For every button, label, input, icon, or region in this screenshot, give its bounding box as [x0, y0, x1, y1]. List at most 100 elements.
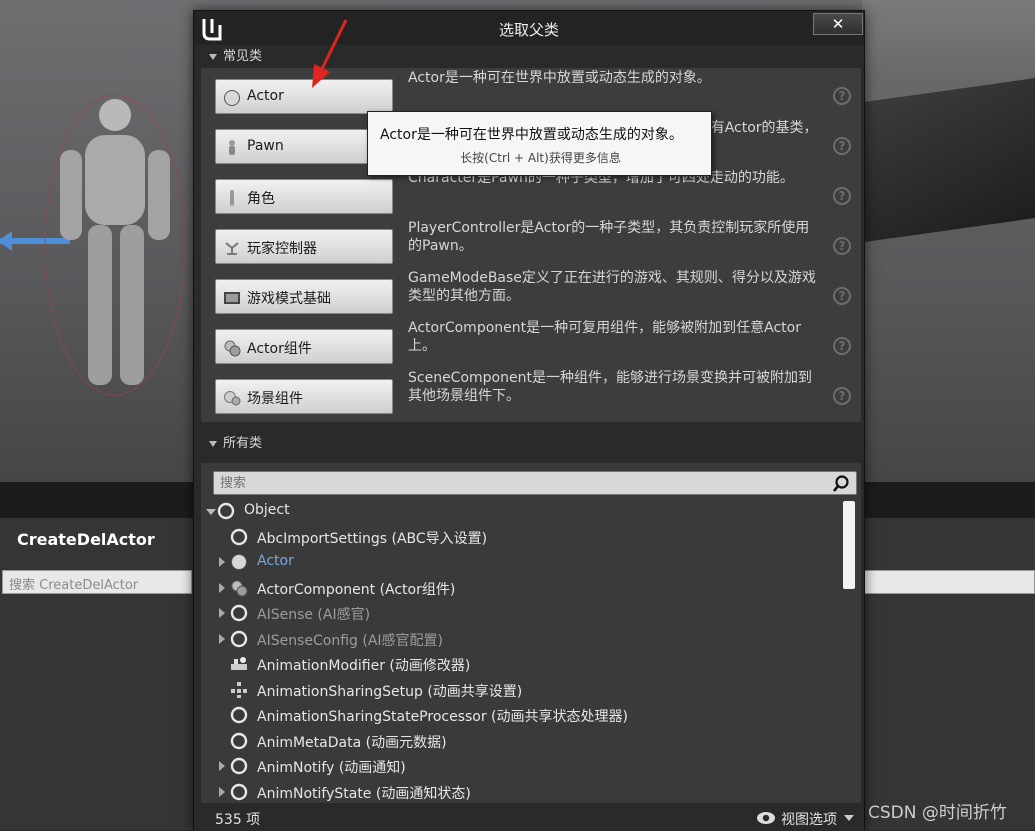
class-tree-scrollbar[interactable] — [843, 501, 857, 801]
dialog-titlebar[interactable]: 选取父类 ✕ — [194, 11, 864, 45]
class-description: PlayerController是Actor的一种子类型，其负责控制玩家所使用的… — [408, 220, 810, 254]
tree-row-label: AISenseConfig (AI感官配置) — [257, 632, 443, 649]
collapsed-triangle-icon[interactable] — [219, 786, 225, 797]
all-classes-header[interactable]: 所有类 — [201, 433, 863, 455]
tree-row[interactable]: AnimNotify (动画通知) — [201, 755, 841, 779]
blueprint-title: CreateDelActor — [17, 530, 155, 549]
help-icon[interactable]: ? — [833, 87, 851, 105]
tree-row-label: AnimationSharingStateProcessor (动画共享状态处理… — [257, 709, 628, 725]
circle-icon — [230, 630, 248, 648]
class-search-box[interactable] — [213, 471, 857, 495]
circle-icon — [230, 604, 248, 622]
character-icon — [223, 189, 241, 207]
class-button-label: 游戏模式基础 — [247, 291, 331, 307]
collapse-triangle-icon — [209, 54, 217, 60]
view-options-label: 视图选项 — [781, 812, 837, 828]
actor-tooltip: Actor是一种可在世界中放置或动态生成的对象。 长按(Ctrl + Alt)获… — [367, 111, 712, 176]
tree-row-label: AnimMetaData (动画元数据) — [257, 734, 447, 751]
viewport-wall — [862, 0, 1035, 80]
help-icon[interactable]: ? — [833, 137, 851, 155]
modifier-icon — [230, 655, 248, 673]
tree-row[interactable]: AISenseConfig (AI感官配置) — [201, 628, 841, 652]
class-button-label: 场景组件 — [247, 391, 303, 407]
tree-row[interactable]: Actor — [201, 551, 841, 575]
class-tree: Object AbcImportSettings (ABC导入设置) Actor Ac… — [201, 499, 841, 801]
pawn-icon — [223, 139, 241, 157]
class-description: Actor是一种可在世界中放置或动态生成的对象。 — [408, 70, 711, 86]
actor-component-icon — [223, 339, 241, 357]
close-button[interactable]: ✕ — [813, 13, 863, 35]
all-classes-panel: Object AbcImportSettings (ABC导入设置) Actor Ac… — [201, 463, 861, 803]
common-class-row: 游戏模式基础 GameModeBase定义了正在进行的游戏、其规则、得分以及游戏… — [201, 269, 861, 319]
class-button[interactable]: 游戏模式基础 — [215, 279, 393, 314]
class-button[interactable]: 角色 — [215, 179, 393, 214]
details-search-input[interactable] — [862, 570, 1035, 594]
tree-row[interactable]: AbcImportSettings (ABC导入设置) — [201, 526, 841, 550]
eye-icon — [757, 812, 775, 824]
item-count: 535 项 — [215, 812, 261, 828]
tooltip-hint: 长按(Ctrl + Alt)获得更多信息 — [460, 151, 621, 165]
help-icon[interactable]: ? — [833, 237, 851, 255]
class-description: SceneComponent是一种组件，能够进行场景变换并可被附加到其他场景组件… — [408, 370, 812, 404]
watermark: CSDN @时间折竹 — [868, 803, 1007, 823]
search-icon[interactable] — [832, 475, 850, 493]
tree-row[interactable]: Object — [201, 500, 841, 524]
class-button[interactable]: Actor组件 — [215, 329, 393, 364]
common-class-row: 场景组件 SceneComponent是一种组件，能够进行场景变换并可被附加到其… — [201, 369, 861, 419]
class-button[interactable]: 玩家控制器 — [215, 229, 393, 264]
tooltip-title: Actor是一种可在世界中放置或动态生成的对象。 — [380, 127, 683, 143]
mannequin-figure — [44, 95, 186, 396]
tree-row[interactable]: AnimMetaData (动画元数据) — [201, 730, 841, 754]
chevron-down-icon — [844, 815, 854, 821]
class-button-label: Actor组件 — [247, 341, 312, 357]
common-classes-label: 常见类 — [223, 49, 263, 64]
tree-row[interactable]: AnimationSharingSetup (动画共享设置) — [201, 679, 841, 703]
circle-icon — [230, 757, 248, 775]
sharing-icon — [230, 681, 248, 699]
collapsed-triangle-icon[interactable] — [219, 557, 225, 567]
class-description: ActorComponent是一种可复用组件，能够被附加到任意Actor上。 — [408, 320, 801, 354]
tree-row-label: Actor — [257, 553, 294, 569]
tree-row-label: AnimNotify (动画通知) — [257, 760, 406, 776]
class-button-label: 玩家控制器 — [247, 241, 317, 257]
tree-row-label: ActorComponent (Actor组件) — [257, 581, 456, 598]
circle-icon — [230, 528, 248, 546]
help-icon[interactable]: ? — [833, 287, 851, 305]
scrollbar-thumb[interactable] — [843, 501, 855, 589]
collapsed-triangle-icon[interactable] — [219, 582, 225, 593]
collapsed-triangle-icon[interactable] — [219, 608, 225, 618]
tree-row-label: AbcImportSettings (ABC导入设置) — [257, 530, 488, 547]
circle-icon — [230, 706, 248, 724]
help-icon[interactable]: ? — [833, 187, 851, 205]
tree-row-label: AnimationSharingSetup (动画共享设置) — [257, 683, 523, 700]
class-description: GameModeBase定义了正在进行的游戏、其规则、得分以及游戏类型的其他方面… — [408, 270, 816, 304]
tree-row[interactable]: AISense (AI感官) — [201, 602, 841, 626]
tree-row-label: AnimationModifier (动画修改器) — [257, 658, 471, 674]
class-button[interactable]: 场景组件 — [215, 379, 393, 414]
annotation-arrow — [312, 19, 348, 88]
class-search-input[interactable] — [218, 474, 818, 492]
tree-row[interactable]: ActorComponent (Actor组件) — [201, 577, 841, 601]
help-icon[interactable]: ? — [833, 337, 851, 355]
dialog-title: 选取父类 — [498, 21, 559, 39]
class-button-label: Actor — [247, 88, 284, 104]
sphere-icon — [223, 89, 241, 107]
collapsed-triangle-icon[interactable] — [219, 761, 225, 771]
tree-row[interactable]: AnimNotifyState (动画通知状态) — [201, 781, 841, 802]
circle-icon — [230, 783, 248, 801]
class-button-label: Pawn — [247, 138, 284, 154]
my-blueprint-panel: CreateDelActor 搜索 CreateDelActor — [0, 518, 195, 830]
collapsed-triangle-icon[interactable] — [219, 633, 225, 644]
expanded-triangle-icon[interactable] — [206, 509, 216, 515]
tree-row-label: AnimNotifyState (动画通知状态) — [257, 785, 471, 802]
tree-row-label: AISense (AI感官) — [257, 607, 371, 623]
tree-row-label: Object — [244, 502, 290, 518]
all-classes-label: 所有类 — [223, 436, 263, 451]
tree-row[interactable]: AnimationSharingStateProcessor (动画共享状态处理… — [201, 704, 841, 728]
blueprint-search-input[interactable]: 搜索 CreateDelActor — [2, 570, 192, 594]
viewport-cube — [860, 77, 1035, 243]
class-button-label: 角色 — [247, 191, 275, 207]
scene-component-icon — [223, 389, 241, 407]
help-icon[interactable]: ? — [833, 387, 851, 405]
tree-row[interactable]: AnimationModifier (动画修改器) — [201, 653, 841, 677]
